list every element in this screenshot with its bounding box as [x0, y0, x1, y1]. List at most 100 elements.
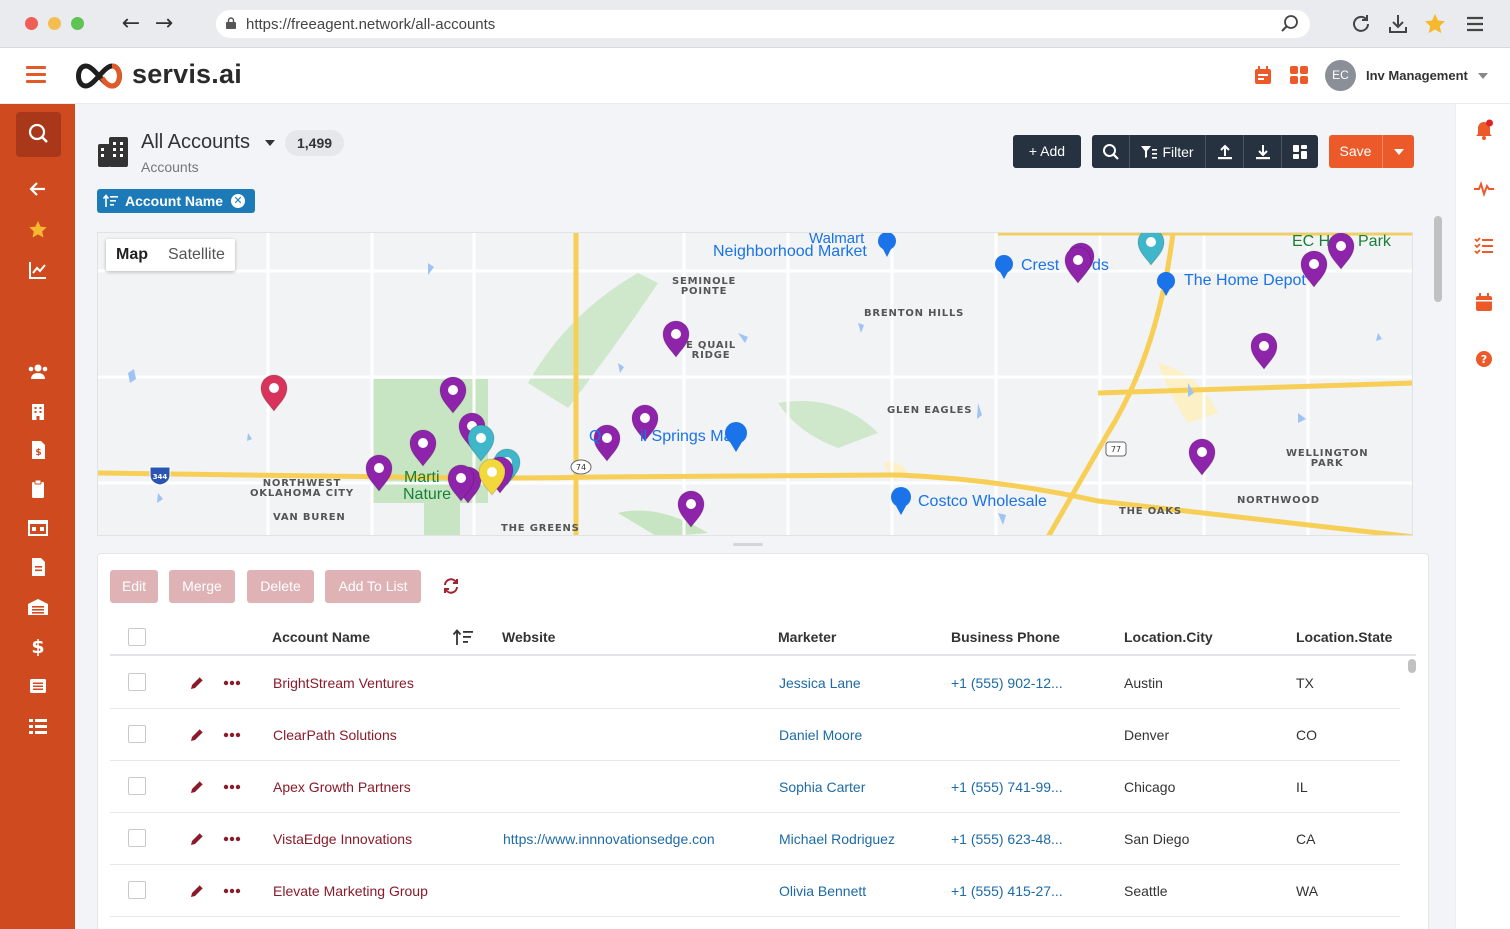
- poi-ec-hafer[interactable]: EC H: [1292, 233, 1330, 251]
- row-checkbox[interactable]: [128, 673, 146, 691]
- column-header-website[interactable]: Website: [502, 629, 555, 645]
- account-name-cell[interactable]: ClearPath Solutions: [273, 727, 488, 743]
- poi-crest-tail[interactable]: ds: [1092, 257, 1109, 275]
- column-header-account-name[interactable]: Account Name: [272, 629, 370, 645]
- sort-chip[interactable]: Account Name ✕: [97, 189, 256, 213]
- poi-costco[interactable]: Costco Wholesale: [918, 493, 1047, 511]
- column-header-location-state[interactable]: Location.State: [1296, 629, 1392, 645]
- avatar[interactable]: EC: [1325, 60, 1356, 91]
- table-scrollbar[interactable]: [1408, 659, 1416, 673]
- garage-icon[interactable]: [26, 595, 50, 619]
- dollar-icon[interactable]: $: [26, 634, 50, 658]
- warehouse-icon[interactable]: [26, 515, 50, 539]
- row-checkbox[interactable]: [128, 777, 146, 795]
- poi-quail-mall[interactable]: il Springs Mall: [640, 428, 740, 446]
- table-row[interactable]: ClearPath Solutions Daniel Moore Denver CO: [110, 709, 1400, 761]
- invoice-dollar-icon[interactable]: $: [26, 438, 50, 462]
- website-cell[interactable]: https://www.innnovationsedge.con: [503, 831, 739, 847]
- row-checkbox[interactable]: [128, 725, 146, 743]
- more-options-icon[interactable]: [223, 680, 241, 686]
- accounts-map[interactable]: 344 74 77 Map Satellite SEMINOLE POINTE: [97, 232, 1413, 536]
- table-row[interactable]: BrightStream Ventures Jessica Lane +1 (555…: [110, 657, 1400, 709]
- save-button[interactable]: Save: [1329, 135, 1382, 168]
- star-bookmark-icon[interactable]: [1423, 12, 1447, 36]
- bell-notification-icon[interactable]: [1473, 118, 1495, 140]
- page-scrollbar[interactable]: [1434, 216, 1442, 302]
- account-name-cell[interactable]: Apex Growth Partners: [273, 779, 488, 795]
- row-checkbox[interactable]: [128, 881, 146, 899]
- add-to-list-button[interactable]: Add To List: [325, 570, 421, 603]
- edit-button[interactable]: Edit: [110, 570, 158, 603]
- close-icon[interactable]: ✕: [231, 194, 246, 208]
- search-icon[interactable]: [1280, 14, 1300, 34]
- poi-crest[interactable]: Crest: [1021, 257, 1059, 275]
- back-arrow-icon[interactable]: [26, 177, 50, 201]
- calendar-icon[interactable]: [1252, 64, 1274, 86]
- column-header-marketer[interactable]: Marketer: [778, 629, 836, 645]
- merge-button[interactable]: Merge: [169, 570, 235, 603]
- filter-button[interactable]: Filter: [1130, 135, 1206, 168]
- more-options-icon[interactable]: [223, 888, 241, 894]
- task-list-icon[interactable]: [26, 714, 50, 738]
- satellite-tab[interactable]: Satellite: [158, 239, 235, 271]
- address-bar[interactable]: https://freeagent.network/all-accounts: [216, 10, 1310, 38]
- layout-button[interactable]: [1282, 135, 1318, 168]
- select-all-checkbox[interactable]: [128, 628, 146, 646]
- column-header-business-phone[interactable]: Business Phone: [951, 629, 1060, 645]
- more-options-icon[interactable]: [223, 836, 241, 842]
- more-options-icon[interactable]: [223, 732, 241, 738]
- edit-pencil-icon[interactable]: [189, 779, 205, 795]
- menu-toggle-icon[interactable]: [26, 66, 46, 83]
- poi-home-depot[interactable]: The Home Depot: [1184, 272, 1306, 290]
- table-row[interactable]: Apex Growth Partners Sophia Carter +1 (555…: [110, 761, 1400, 813]
- sort-icon[interactable]: [452, 628, 474, 646]
- analytics-chart-icon[interactable]: [26, 258, 50, 282]
- refresh-icon[interactable]: [442, 577, 460, 595]
- page-title[interactable]: All Accounts: [141, 131, 250, 154]
- map-tab[interactable]: Map: [106, 239, 158, 271]
- chevron-down-icon[interactable]: [265, 140, 275, 146]
- star-icon[interactable]: [26, 218, 50, 242]
- poi-ec-park[interactable]: Park: [1358, 233, 1391, 251]
- close-window-button[interactable]: [25, 17, 38, 30]
- calendar-icon[interactable]: [1473, 291, 1495, 313]
- sidebar-search-button[interactable]: [16, 112, 61, 157]
- edit-pencil-icon[interactable]: [189, 831, 205, 847]
- reload-icon[interactable]: [1349, 12, 1373, 36]
- account-name-cell[interactable]: BrightStream Ventures: [273, 675, 488, 691]
- marketer-cell[interactable]: Sophia Carter: [779, 779, 939, 795]
- column-header-location-city[interactable]: Location.City: [1124, 629, 1213, 645]
- map-type-toggle[interactable]: Map Satellite: [106, 239, 235, 271]
- document-icon[interactable]: [26, 555, 50, 579]
- forward-arrow-icon[interactable]: →: [152, 12, 176, 36]
- activity-pulse-icon[interactable]: [1473, 177, 1495, 199]
- marketer-cell[interactable]: Michael Rodriguez: [779, 831, 939, 847]
- help-question-icon[interactable]: ?: [1473, 348, 1495, 370]
- contacts-people-icon[interactable]: [26, 360, 50, 384]
- add-button[interactable]: + Add: [1013, 135, 1081, 168]
- minimize-window-button[interactable]: [48, 17, 61, 30]
- poi-quail-mall-q[interactable]: Q: [589, 428, 601, 446]
- edit-pencil-icon[interactable]: [189, 727, 205, 743]
- checklist-icon[interactable]: [1473, 234, 1495, 256]
- row-checkbox[interactable]: [128, 829, 146, 847]
- delete-button[interactable]: Delete: [247, 570, 314, 603]
- upload-button[interactable]: [1206, 135, 1244, 168]
- account-name-cell[interactable]: Elevate Marketing Group: [273, 883, 488, 899]
- browser-menu-icon[interactable]: [1463, 12, 1487, 36]
- business-phone-cell[interactable]: +1 (555) 623-48...: [951, 831, 1111, 847]
- map-resize-handle[interactable]: [733, 543, 763, 546]
- business-phone-cell[interactable]: +1 (555) 741-99...: [951, 779, 1111, 795]
- back-arrow-icon[interactable]: ←: [119, 12, 143, 36]
- business-phone-cell[interactable]: +1 (555) 415-27...: [951, 883, 1111, 899]
- download-icon[interactable]: [1386, 12, 1410, 36]
- save-options-chevron-icon[interactable]: [1382, 135, 1414, 168]
- user-name[interactable]: Inv Management: [1366, 68, 1468, 83]
- edit-pencil-icon[interactable]: [189, 883, 205, 899]
- more-options-icon[interactable]: [223, 784, 241, 790]
- marketer-cell[interactable]: Daniel Moore: [779, 727, 939, 743]
- download-button[interactable]: [1244, 135, 1282, 168]
- marketer-cell[interactable]: Olivia Bennett: [779, 883, 939, 899]
- marketer-cell[interactable]: Jessica Lane: [779, 675, 939, 691]
- account-name-cell[interactable]: VistaEdge Innovations: [273, 831, 488, 847]
